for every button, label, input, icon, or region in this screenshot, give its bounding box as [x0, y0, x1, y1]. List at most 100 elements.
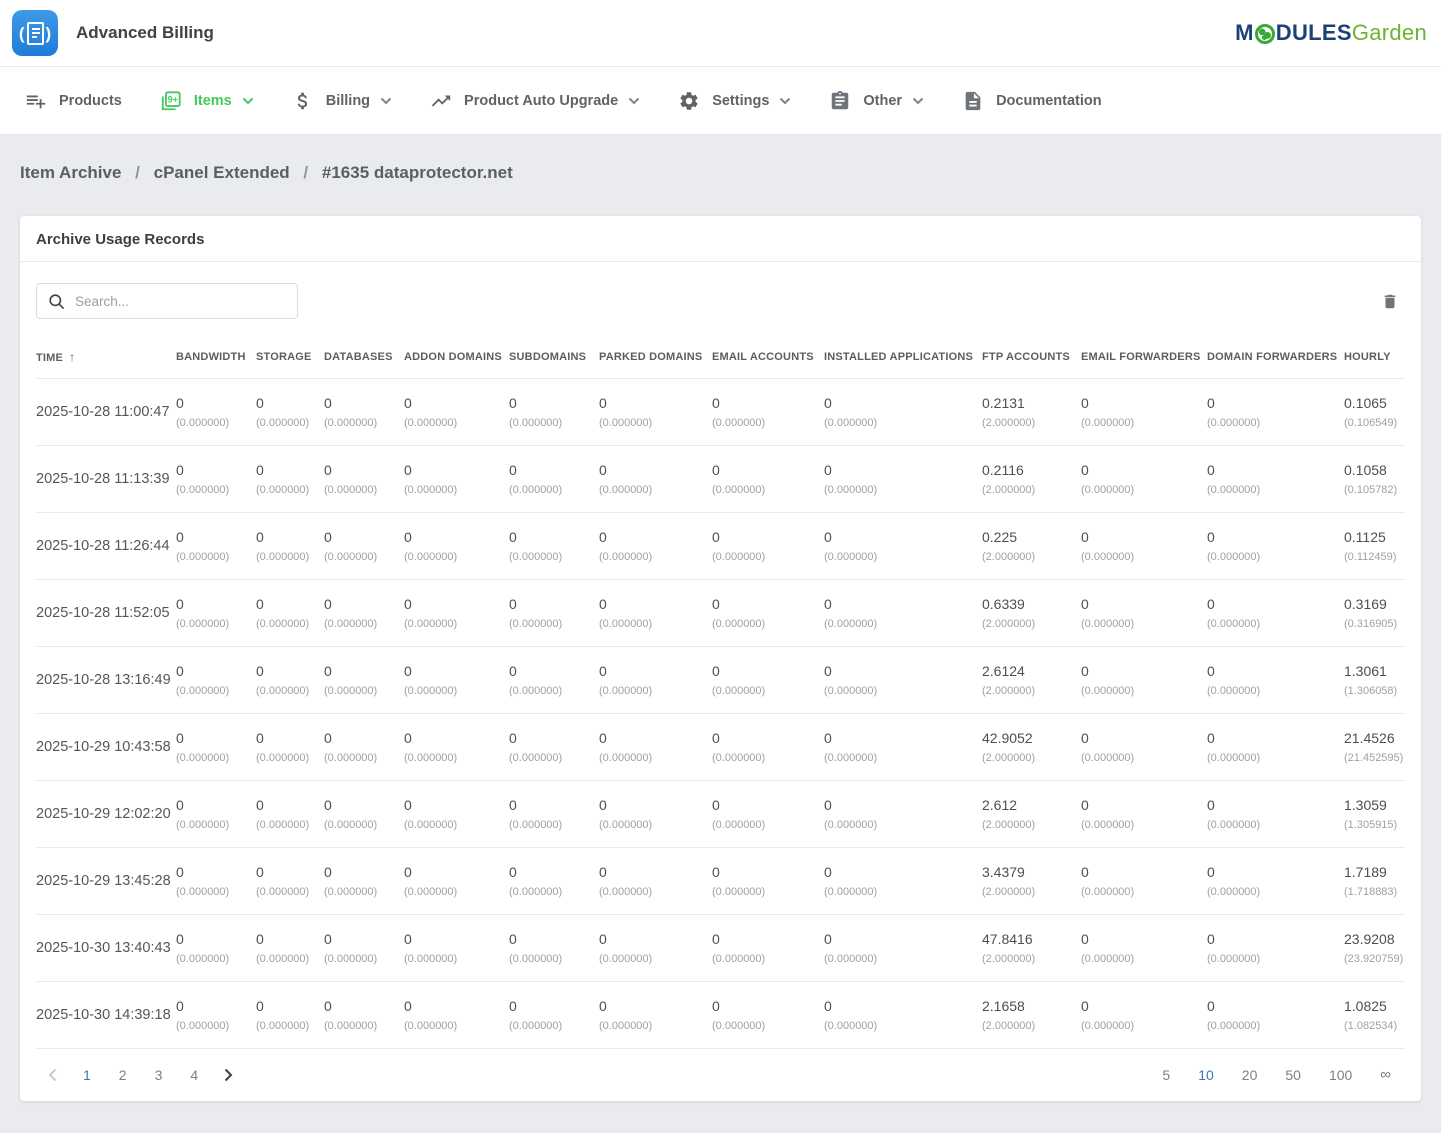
playlist-add-icon [25, 90, 47, 112]
nav-label: Documentation [996, 93, 1102, 109]
prev-page-icon[interactable] [36, 1066, 69, 1084]
delete-records-button[interactable] [1375, 288, 1405, 315]
usage-cell: 0(0.000000) [324, 647, 404, 714]
nav-item-billing[interactable]: Billing [273, 90, 411, 112]
usage-cell: 0(0.000000) [509, 379, 599, 446]
usage-cell: 0(0.000000) [509, 915, 599, 982]
usage-cell: 0.2116(2.000000) [982, 446, 1081, 513]
column-header-addon-domains[interactable]: ADDON DOMAINS [404, 334, 509, 379]
breadcrumb-item-archive[interactable]: Item Archive [20, 163, 121, 182]
globe-icon [1255, 24, 1275, 44]
usage-cell: 0(0.000000) [599, 915, 712, 982]
page-title: Advanced Billing [76, 23, 214, 43]
usage-cell: 0(0.000000) [712, 513, 824, 580]
column-header-ftp-accounts[interactable]: FTP ACCOUNTS [982, 334, 1081, 379]
next-page-icon[interactable] [212, 1066, 245, 1084]
page-size-10[interactable]: 10 [1184, 1065, 1228, 1085]
column-header-domain-forwarders[interactable]: DOMAIN FORWARDERS [1207, 334, 1344, 379]
search-box[interactable] [36, 283, 298, 319]
time-cell: 2025-10-28 11:52:05 [36, 580, 176, 647]
usage-cell: 0(0.000000) [599, 580, 712, 647]
table-toolbar [20, 262, 1421, 334]
time-cell: 2025-10-28 13:16:49 [36, 647, 176, 714]
column-header-databases[interactable]: DATABASES [324, 334, 404, 379]
table-row: 2025-10-28 11:00:470(0.000000)0(0.000000… [36, 379, 1405, 446]
usage-cell: 0(0.000000) [824, 714, 982, 781]
page-size-20[interactable]: 20 [1228, 1065, 1272, 1085]
usage-cell: 0(0.000000) [824, 982, 982, 1049]
column-header-installed-applications[interactable]: INSTALLED APPLICATIONS [824, 334, 982, 379]
usage-cell: 0.1058(0.105782) [1344, 446, 1405, 513]
items-9plus-icon: 9+ [160, 90, 182, 112]
usage-cell: 0(0.000000) [324, 848, 404, 915]
page-number-1[interactable]: 1 [69, 1065, 105, 1085]
usage-cell: 0(0.000000) [509, 513, 599, 580]
usage-cell: 0(0.000000) [712, 379, 824, 446]
breadcrumb-item-domain: #1635 dataprotector.net [322, 163, 513, 182]
main-nav: Products 9+ Items Billing Product Auto U… [0, 67, 1441, 135]
page-number-3[interactable]: 3 [141, 1065, 177, 1085]
search-icon [47, 292, 66, 311]
column-header-email-accounts[interactable]: EMAIL ACCOUNTS [712, 334, 824, 379]
time-cell: 2025-10-28 11:13:39 [36, 446, 176, 513]
nav-item-settings[interactable]: Settings [659, 90, 810, 112]
usage-cell: 1.3061(1.306058) [1344, 647, 1405, 714]
column-header-subdomains[interactable]: SUBDOMAINS [509, 334, 599, 379]
breadcrumb-product[interactable]: cPanel Extended [154, 163, 290, 182]
usage-cell: 0(0.000000) [1081, 580, 1207, 647]
search-input[interactable] [75, 294, 287, 309]
nav-item-documentation[interactable]: Documentation [943, 90, 1121, 112]
usage-cell: 0(0.000000) [509, 982, 599, 1049]
column-header-storage[interactable]: STORAGE [256, 334, 324, 379]
modulesgarden-logo: M DULES Garden [1235, 20, 1427, 46]
usage-cell: 0(0.000000) [712, 848, 824, 915]
table-row: 2025-10-30 13:40:430(0.000000)0(0.000000… [36, 915, 1405, 982]
usage-cell: 0(0.000000) [599, 379, 712, 446]
usage-cell: 0(0.000000) [824, 513, 982, 580]
usage-cell: 0(0.000000) [712, 446, 824, 513]
usage-cell: 0(0.000000) [324, 781, 404, 848]
usage-cell: 0(0.000000) [176, 446, 256, 513]
trending-up-icon [430, 90, 452, 112]
trash-icon [1381, 292, 1399, 311]
usage-cell: 0.225(2.000000) [982, 513, 1081, 580]
page-navigation: 1 2 3 4 [36, 1065, 245, 1085]
chevron-down-icon [912, 97, 924, 105]
chevron-down-icon [380, 97, 392, 105]
column-header-hourly[interactable]: HOURLY [1344, 334, 1405, 379]
column-header-time[interactable]: TIME↑ [36, 334, 176, 379]
nav-item-product-auto-upgrade[interactable]: Product Auto Upgrade [411, 90, 659, 112]
table-row: 2025-10-28 13:16:490(0.000000)0(0.000000… [36, 647, 1405, 714]
usage-cell: 0(0.000000) [324, 580, 404, 647]
column-header-email-forwarders[interactable]: EMAIL FORWARDERS [1081, 334, 1207, 379]
column-header-bandwidth[interactable]: BANDWIDTH [176, 334, 256, 379]
usage-cell: 0(0.000000) [404, 580, 509, 647]
usage-cell: 0(0.000000) [176, 915, 256, 982]
page-number-2[interactable]: 2 [105, 1065, 141, 1085]
document-icon [962, 90, 984, 112]
usage-cell: 0(0.000000) [404, 714, 509, 781]
page-number-4[interactable]: 4 [176, 1065, 212, 1085]
nav-item-products[interactable]: Products [6, 90, 141, 112]
page-size-50[interactable]: 50 [1271, 1065, 1315, 1085]
page-size-100[interactable]: 100 [1315, 1065, 1366, 1085]
page-size-selector: 5 10 20 50 100 ∞ [1148, 1064, 1405, 1085]
usage-cell: 0(0.000000) [256, 446, 324, 513]
table-row: 2025-10-28 11:52:050(0.000000)0(0.000000… [36, 580, 1405, 647]
usage-cell: 0(0.000000) [1081, 982, 1207, 1049]
usage-cell: 0(0.000000) [176, 781, 256, 848]
nav-item-other[interactable]: Other [810, 90, 943, 112]
column-header-parked-domains[interactable]: PARKED DOMAINS [599, 334, 712, 379]
usage-cell: 0(0.000000) [712, 915, 824, 982]
page-size-all[interactable]: ∞ [1366, 1064, 1405, 1085]
page-size-5[interactable]: 5 [1148, 1065, 1184, 1085]
nav-item-items[interactable]: 9+ Items [141, 90, 273, 112]
content-area: Item Archive / cPanel Extended / #1635 d… [0, 135, 1441, 1101]
usage-table-body: 2025-10-28 11:00:470(0.000000)0(0.000000… [36, 379, 1405, 1049]
usage-cell: 0(0.000000) [176, 379, 256, 446]
chevron-down-icon [779, 97, 791, 105]
table-row: 2025-10-28 11:26:440(0.000000)0(0.000000… [36, 513, 1405, 580]
usage-cell: 0(0.000000) [509, 714, 599, 781]
usage-cell: 0(0.000000) [599, 848, 712, 915]
svg-text:9+: 9+ [167, 94, 177, 104]
